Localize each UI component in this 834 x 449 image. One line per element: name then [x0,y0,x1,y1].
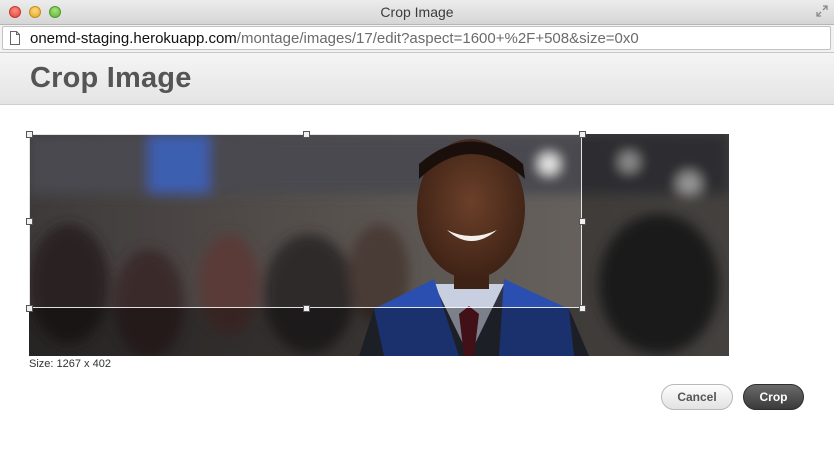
url-text: onemd-staging.herokuapp.com/montage/imag… [30,30,639,47]
page-icon [10,31,20,45]
page-header: Crop Image [0,53,834,105]
fullscreen-icon[interactable] [816,5,828,17]
window-title-bar: Crop Image [0,0,834,25]
crop-handle-top[interactable] [303,131,310,138]
url-field[interactable]: onemd-staging.herokuapp.com/montage/imag… [2,26,831,50]
page-title: Crop Image [30,62,192,94]
crop-selection[interactable] [29,134,582,308]
cancel-button[interactable]: Cancel [661,384,733,410]
crop-handle-top-left[interactable] [26,131,33,138]
crop-dim-right [582,134,729,356]
crop-size-label: Size: 1267 x 402 [29,358,111,370]
window-title: Crop Image [380,4,454,20]
address-bar: onemd-staging.herokuapp.com/montage/imag… [0,25,834,53]
crop-handle-bottom[interactable] [303,305,310,312]
crop-handle-right[interactable] [579,218,586,225]
crop-handle-top-right[interactable] [579,131,586,138]
crop-handle-bottom-right[interactable] [579,305,586,312]
url-host: onemd-staging.herokuapp.com [30,30,237,47]
crop-handle-left[interactable] [26,218,33,225]
crop-dim-bottom [29,308,582,356]
crop-button[interactable]: Crop [743,384,804,410]
url-path: /montage/images/17/edit?aspect=1600+%2F+… [236,30,639,47]
crop-handle-bottom-left[interactable] [26,305,33,312]
